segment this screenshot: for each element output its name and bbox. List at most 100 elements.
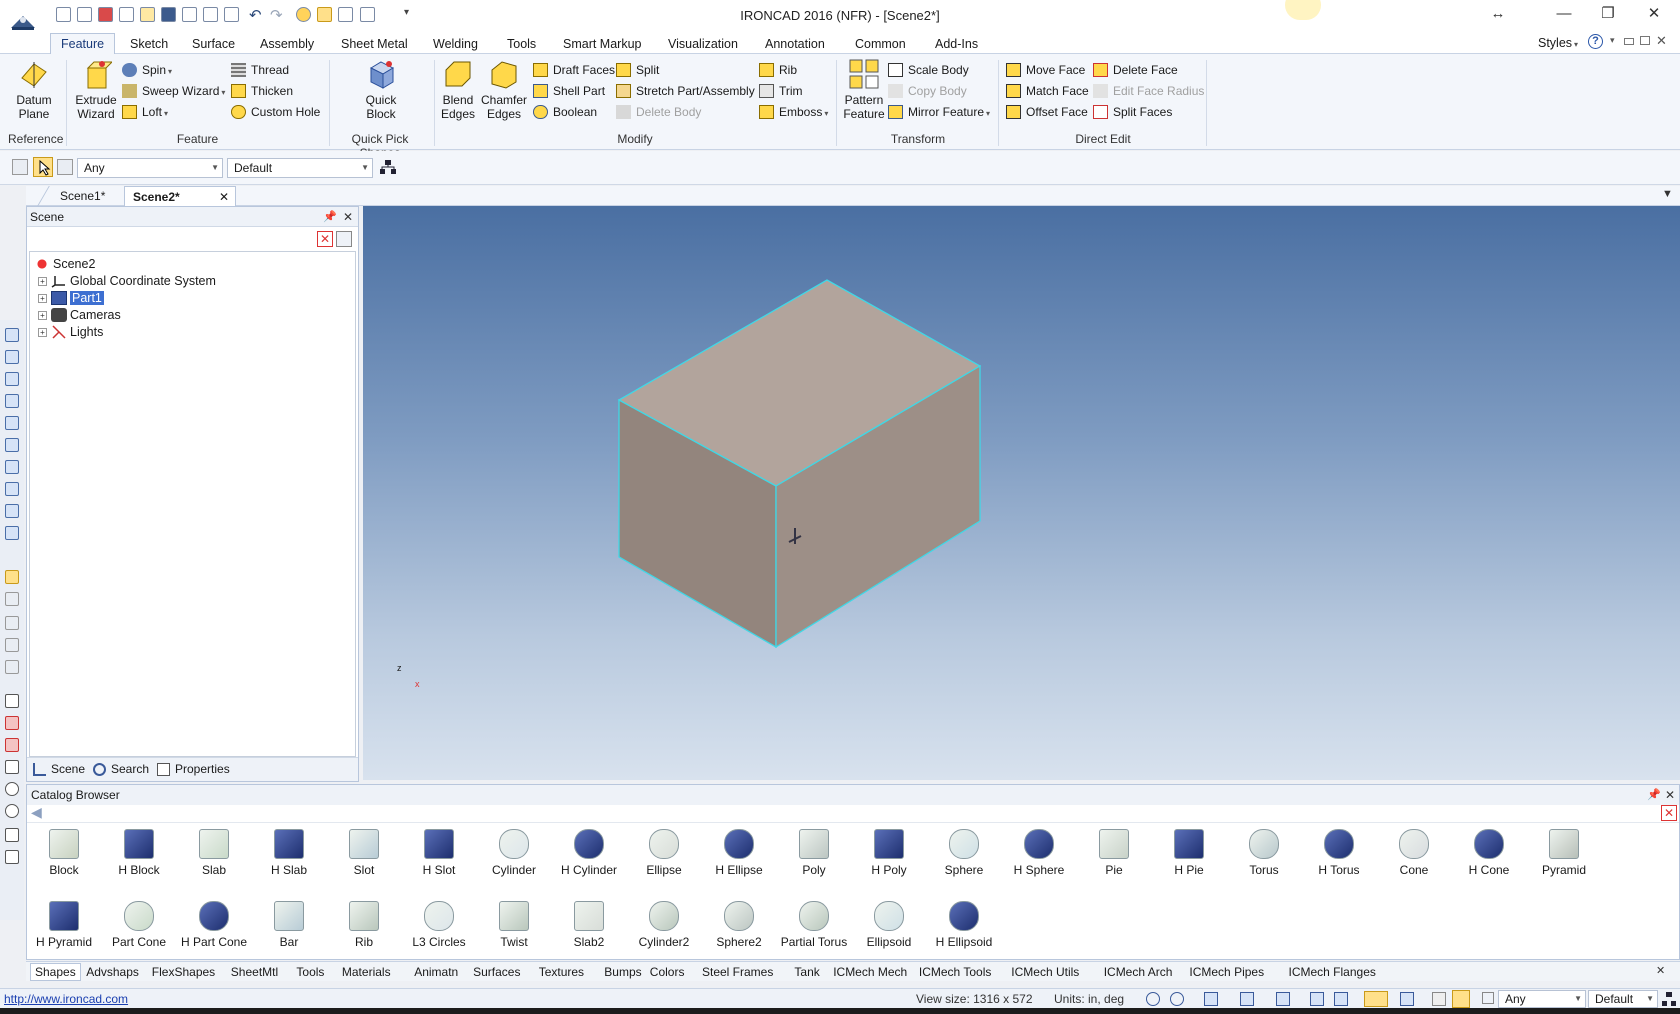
doc-restore-icon[interactable] [1640, 36, 1650, 45]
catalog-tab[interactable]: Bumps [600, 964, 645, 980]
catalog-tab[interactable]: SheetMtl [227, 964, 282, 980]
catalog-item[interactable]: Twist [477, 901, 551, 949]
catalog-pin-icon[interactable]: 📌 [1647, 785, 1661, 805]
select-assembly-icon[interactable] [57, 159, 73, 175]
match-face-button[interactable]: Match Face [1006, 82, 1089, 100]
view-top-icon[interactable] [5, 372, 19, 386]
catalog-item[interactable]: H Torus [1302, 829, 1376, 877]
chamfer-edges-button[interactable]: Chamfer Edges [480, 58, 528, 121]
catalog-item[interactable]: H Poly [852, 829, 926, 877]
catalog-item[interactable]: Rib [327, 901, 401, 949]
angle-icon[interactable] [5, 760, 19, 774]
rotate-tool-icon[interactable] [5, 804, 19, 818]
copy-body-button[interactable]: Copy Body [888, 82, 967, 100]
styles-menu[interactable]: Styles ▾ [1538, 36, 1578, 50]
view-right-icon[interactable] [5, 438, 19, 452]
pick-icon[interactable] [12, 159, 28, 175]
catalog-tab[interactable]: Surfaces [469, 964, 524, 980]
expand-icon[interactable]: + [38, 311, 47, 320]
catalog-item[interactable]: H Cylinder [552, 829, 626, 877]
view-iso-icon[interactable] [5, 460, 19, 474]
render-wire-icon[interactable] [5, 592, 19, 606]
footer-tab-properties[interactable]: Properties [157, 762, 230, 776]
rib-button[interactable]: Rib [759, 61, 797, 79]
style-combo[interactable]: Default ▼ [227, 158, 373, 178]
tab-surface[interactable]: Surface [182, 34, 245, 54]
render-hidden-icon[interactable] [5, 616, 19, 630]
extrude-wizard-button[interactable]: Extrude Wizard [71, 58, 121, 121]
measure-icon[interactable] [5, 694, 19, 708]
look-at-icon[interactable] [1310, 992, 1324, 1006]
render-mode-icon[interactable] [1364, 991, 1388, 1007]
emboss-button[interactable]: Emboss ▾ [759, 103, 828, 121]
catalog-item[interactable]: H Ellipse [702, 829, 776, 877]
3d-viewport[interactable]: z x [363, 206, 1680, 780]
tab-welding[interactable]: Welding [423, 34, 488, 54]
view-iso2-icon[interactable] [5, 482, 19, 496]
tab-smart-markup[interactable]: Smart Markup [553, 34, 652, 54]
hierarchy-icon[interactable] [380, 159, 396, 175]
catalog-close-icon[interactable]: ✕ [1665, 785, 1675, 805]
tree-node-global-coordinate-system[interactable]: + Global Coordinate System [38, 273, 216, 290]
catalog-tab[interactable]: Colors [646, 964, 689, 980]
catalog-tabs-close-icon[interactable]: ✕ [1656, 964, 1665, 977]
restore-arrow-icon[interactable]: ↔ [1480, 3, 1516, 25]
catalog-tab[interactable]: Materials [338, 964, 395, 980]
split-button[interactable]: Split [616, 61, 659, 79]
close-button[interactable]: ✕ [1636, 3, 1672, 25]
datum-plane-button[interactable]: Datum Plane [9, 58, 59, 121]
shell-part-button[interactable]: Shell Part [533, 82, 605, 100]
catalog-item[interactable]: H Pie [1152, 829, 1226, 877]
orbit-icon[interactable] [1276, 992, 1290, 1006]
catalog-tab[interactable]: Steel Frames [698, 964, 777, 980]
catalog-tab[interactable]: ICMech Arch [1100, 964, 1177, 980]
loft-button[interactable]: Loft ▾ [122, 103, 168, 121]
catalog-tab[interactable]: ICMech Flanges [1285, 964, 1380, 980]
render-shaded-icon[interactable] [5, 570, 19, 584]
catalog-item[interactable]: H Pyramid [27, 901, 101, 949]
catalog-item[interactable]: Ellipsoid [852, 901, 926, 949]
tab-list-dropdown-icon[interactable]: ▼ [1662, 188, 1673, 200]
back-arrow-icon[interactable]: ◀ [31, 804, 42, 821]
catalog-item[interactable]: Sphere [927, 829, 1001, 877]
catalog-item[interactable]: Slot [327, 829, 401, 877]
stretch-button[interactable]: Stretch Part/Assembly [616, 82, 755, 100]
catalog-item[interactable]: Torus [1227, 829, 1301, 877]
doc-tab-scene2[interactable]: Scene2* ✕ [124, 186, 236, 206]
doc-tab-scene1[interactable]: Scene1* [52, 186, 113, 206]
tree-node-part1[interactable]: + Part1 [38, 290, 104, 307]
catalog-tab[interactable]: Advshaps [82, 964, 143, 980]
catalog-item[interactable]: Part Cone [102, 901, 176, 949]
custom-hole-button[interactable]: Custom Hole [231, 103, 320, 121]
thicken-button[interactable]: Thicken [231, 82, 293, 100]
tree-node-scene2[interactable]: Scene2 [34, 256, 95, 273]
tab-common[interactable]: Common [845, 34, 916, 54]
catalog-item[interactable]: Cone [1377, 829, 1451, 877]
expand-icon[interactable]: + [38, 277, 47, 286]
tab-tools[interactable]: Tools [497, 34, 546, 54]
status-style-combo[interactable]: Default ▼ [1588, 990, 1658, 1008]
mirror-feature-button[interactable]: Mirror Feature ▾ [888, 103, 990, 121]
catalog-item[interactable]: H Sphere [1002, 829, 1076, 877]
minimize-button[interactable]: — [1546, 3, 1582, 25]
tab-sketch[interactable]: Sketch [120, 34, 178, 54]
clear-filter-icon[interactable]: ✕ [317, 231, 333, 247]
tab-sheet-metal[interactable]: Sheet Metal [331, 34, 418, 54]
spacer-tool-icon[interactable] [5, 850, 19, 864]
catalog-item[interactable]: Block [27, 829, 101, 877]
website-link[interactable]: http://www.ironcad.com [4, 992, 128, 1006]
draft-faces-button[interactable]: Draft Faces [533, 61, 615, 79]
fit-icon[interactable] [1334, 992, 1348, 1006]
hierarchy-icon[interactable] [1662, 992, 1676, 1006]
catalog-item[interactable]: Pyramid [1527, 829, 1601, 877]
tab-annotation[interactable]: Annotation [755, 34, 835, 54]
catalog-item[interactable]: Slab [177, 829, 251, 877]
view-back-icon[interactable] [5, 350, 19, 364]
zoom-window-icon[interactable] [1170, 992, 1184, 1006]
catalog-item[interactable]: H Ellipsoid [927, 901, 1001, 949]
catalog-tab[interactable]: ICMech Pipes [1185, 964, 1268, 980]
catalog-item[interactable]: L3 Circles [402, 901, 476, 949]
circle-tool-icon[interactable] [5, 782, 19, 796]
catalog-tab[interactable]: Tank [790, 964, 823, 980]
tab-feature[interactable]: Feature [50, 33, 116, 55]
